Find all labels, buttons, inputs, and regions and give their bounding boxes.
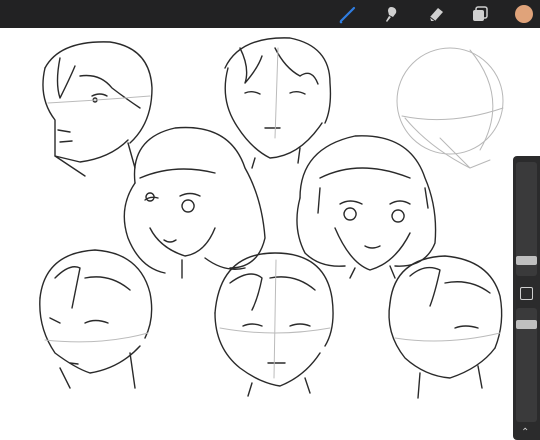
brush-tool-button[interactable] — [337, 3, 359, 25]
brush-icon — [339, 6, 356, 24]
smudge-icon — [386, 7, 397, 22]
layers-icon — [473, 6, 488, 21]
top-toolbar — [0, 0, 540, 28]
head-sketch-6 — [214, 252, 334, 397]
eraser-tool-button[interactable] — [425, 3, 447, 25]
head-sketch-1 — [42, 41, 153, 177]
undo-arrow-icon[interactable]: ⌃ — [521, 428, 531, 438]
head-sketch-7 — [388, 255, 503, 399]
head-sketch-2 — [224, 37, 332, 169]
sketch-artwork — [39, 37, 504, 399]
layers-tool-button[interactable] — [469, 3, 491, 25]
head-sketch-5 — [39, 249, 153, 389]
brush-size-thumb[interactable] — [516, 256, 537, 265]
drawing-canvas[interactable] — [0, 28, 540, 440]
eraser-icon — [429, 8, 443, 22]
modify-square-button[interactable] — [520, 287, 533, 300]
smudge-tool-button[interactable] — [380, 3, 402, 25]
color-swatch-button[interactable] — [515, 5, 533, 23]
side-control-bar: ⌃ — [513, 156, 540, 440]
head-sketch-3 — [123, 126, 266, 279]
opacity-thumb[interactable] — [516, 320, 537, 329]
head-sketch-4 — [296, 135, 437, 279]
construction-sphere — [396, 47, 504, 169]
